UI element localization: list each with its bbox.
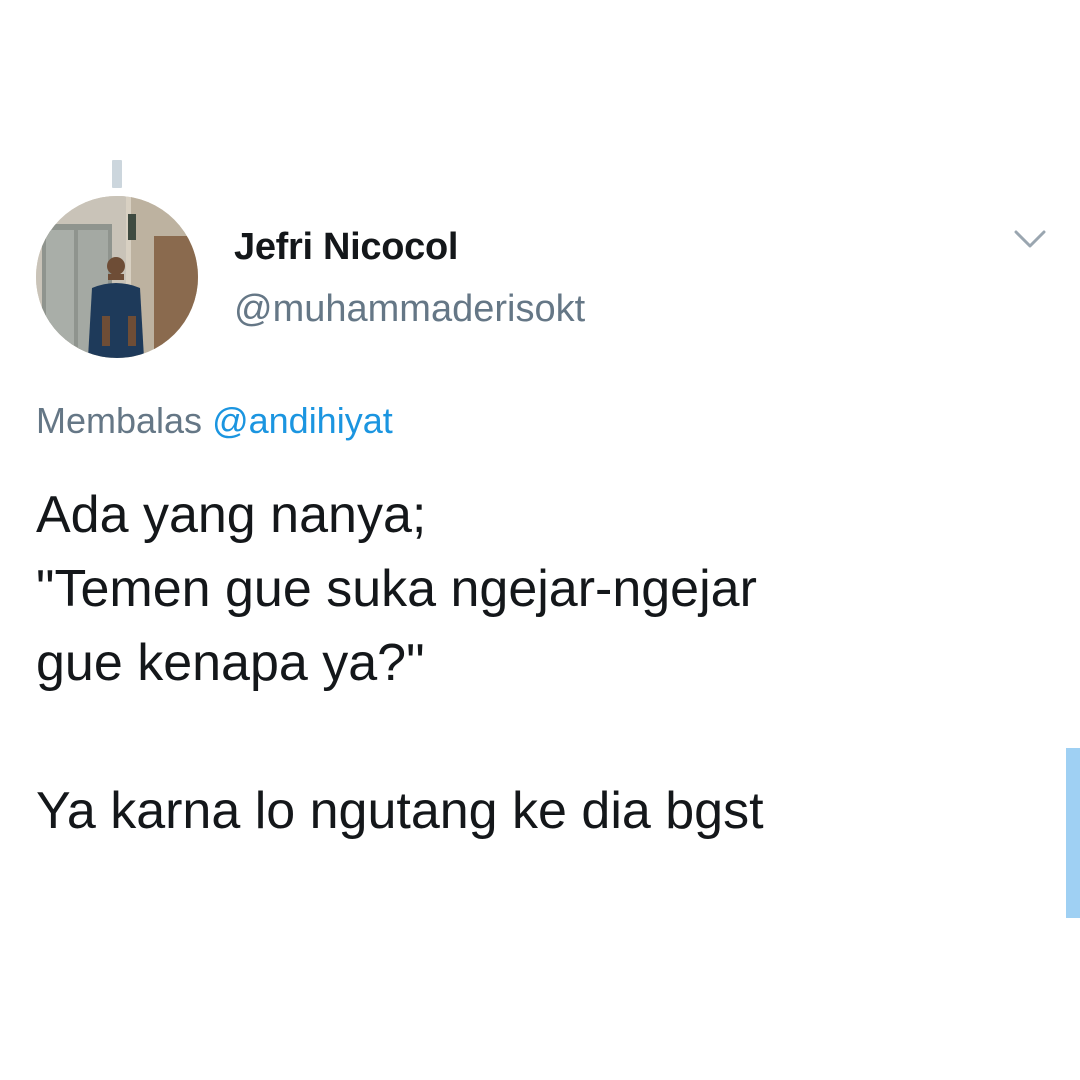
chevron-down-icon[interactable]: [1012, 226, 1048, 252]
tweet-text-line: "Temen gue suka ngejar-ngejar: [36, 560, 757, 618]
tweet-text-line: gue kenapa ya?": [36, 634, 425, 692]
thread-connector-line: [112, 160, 122, 188]
tweet-line-break: [36, 700, 1036, 774]
scroll-indicator[interactable]: [1066, 748, 1080, 918]
avatar-photo: [36, 196, 198, 358]
author-display-name[interactable]: Jefri Nicocol: [234, 226, 458, 269]
reply-mention-link[interactable]: @andihiyat: [212, 400, 393, 441]
author-handle[interactable]: @muhammaderisokt: [234, 288, 585, 331]
tweet-text-line: Ada yang nanya;: [36, 486, 427, 544]
avatar[interactable]: [36, 196, 198, 358]
tweet-text-line: Ya karna lo ngutang ke dia bgst: [36, 782, 764, 840]
tweet-text: Ada yang nanya; "Temen gue suka ngejar-n…: [36, 478, 1036, 848]
reply-context: Membalas @andihiyat: [36, 400, 393, 442]
reply-prefix: Membalas: [36, 400, 203, 441]
